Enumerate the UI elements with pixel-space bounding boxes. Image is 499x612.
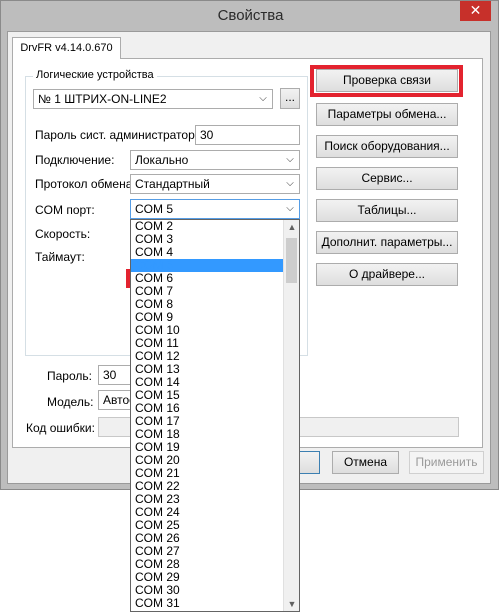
error-code-label: Код ошибки: [26, 421, 95, 435]
additional-params-button[interactable]: Дополнит. параметры... [316, 231, 458, 254]
com-port-list: COM 2 COM 3 COM 4 COM 5 COM 6 COM 7 COM 8 COM 9… [131, 220, 284, 610]
close-button[interactable]: ✕ [460, 1, 491, 21]
chevron-down-icon: ⌵ [286, 203, 294, 214]
speed-label: Скорость: [35, 227, 91, 241]
apply-button[interactable]: Применить [409, 451, 484, 474]
password-label: Пароль: [47, 369, 92, 383]
device-select[interactable]: № 1 ШТРИХ-ON-LINE2 ⌵ [33, 89, 273, 109]
com-port-select[interactable]: COM 5 ⌵ [130, 199, 300, 219]
timeout-label: Таймаут: [35, 250, 85, 264]
protocol-select[interactable]: Стандартный ⌵ [130, 174, 300, 194]
close-icon: ✕ [469, 2, 482, 18]
com-port-label: COM порт: [35, 203, 95, 217]
device-select-value: № 1 ШТРИХ-ON-LINE2 [38, 92, 167, 106]
about-driver-button[interactable]: О драйвере... [316, 263, 458, 286]
connection-label: Подключение: [35, 153, 115, 167]
group-caption: Логические устройства [33, 69, 157, 81]
exchange-params-button[interactable]: Параметры обмена... [316, 103, 458, 126]
connection-value: Локально [135, 153, 189, 167]
chevron-down-icon: ⌵ [286, 154, 294, 165]
device-browse-button[interactable]: ... [280, 88, 300, 109]
dropdown-scrollbar[interactable]: ▲ ▼ [283, 220, 299, 611]
scroll-thumb[interactable] [286, 238, 297, 283]
check-connection-button[interactable]: Проверка связи [316, 69, 458, 92]
scroll-down-icon[interactable]: ▼ [284, 597, 299, 611]
model-label: Модель: [47, 395, 94, 409]
protocol-value: Стандартный [135, 177, 210, 191]
com-port-value: COM 5 [135, 202, 174, 216]
service-button[interactable]: Сервис... [316, 167, 458, 190]
com-port-dropdown: COM 2 COM 3 COM 4 COM 5 COM 6 COM 7 COM 8 COM 9… [130, 219, 300, 612]
tab-drvfr[interactable]: DrvFR v4.14.0.670 [12, 37, 121, 59]
tables-button[interactable]: Таблицы... [316, 199, 458, 222]
ok-button[interactable] [299, 451, 320, 474]
admin-password-label: Пароль сист. администратора: [35, 128, 205, 142]
cancel-button[interactable]: Отмена [332, 451, 399, 474]
scroll-up-icon[interactable]: ▲ [284, 220, 299, 234]
connection-select[interactable]: Локально ⌵ [130, 150, 300, 170]
window-title: Свойства [217, 7, 284, 24]
protocol-label: Протокол обмена: [35, 177, 136, 191]
chevron-down-icon: ⌵ [259, 93, 267, 104]
find-equipment-button[interactable]: Поиск оборудования... [316, 135, 458, 158]
admin-password-input[interactable]: 30 [195, 125, 300, 145]
chevron-down-icon: ⌵ [286, 178, 294, 189]
com-port-option[interactable]: COM 31 [131, 597, 284, 610]
